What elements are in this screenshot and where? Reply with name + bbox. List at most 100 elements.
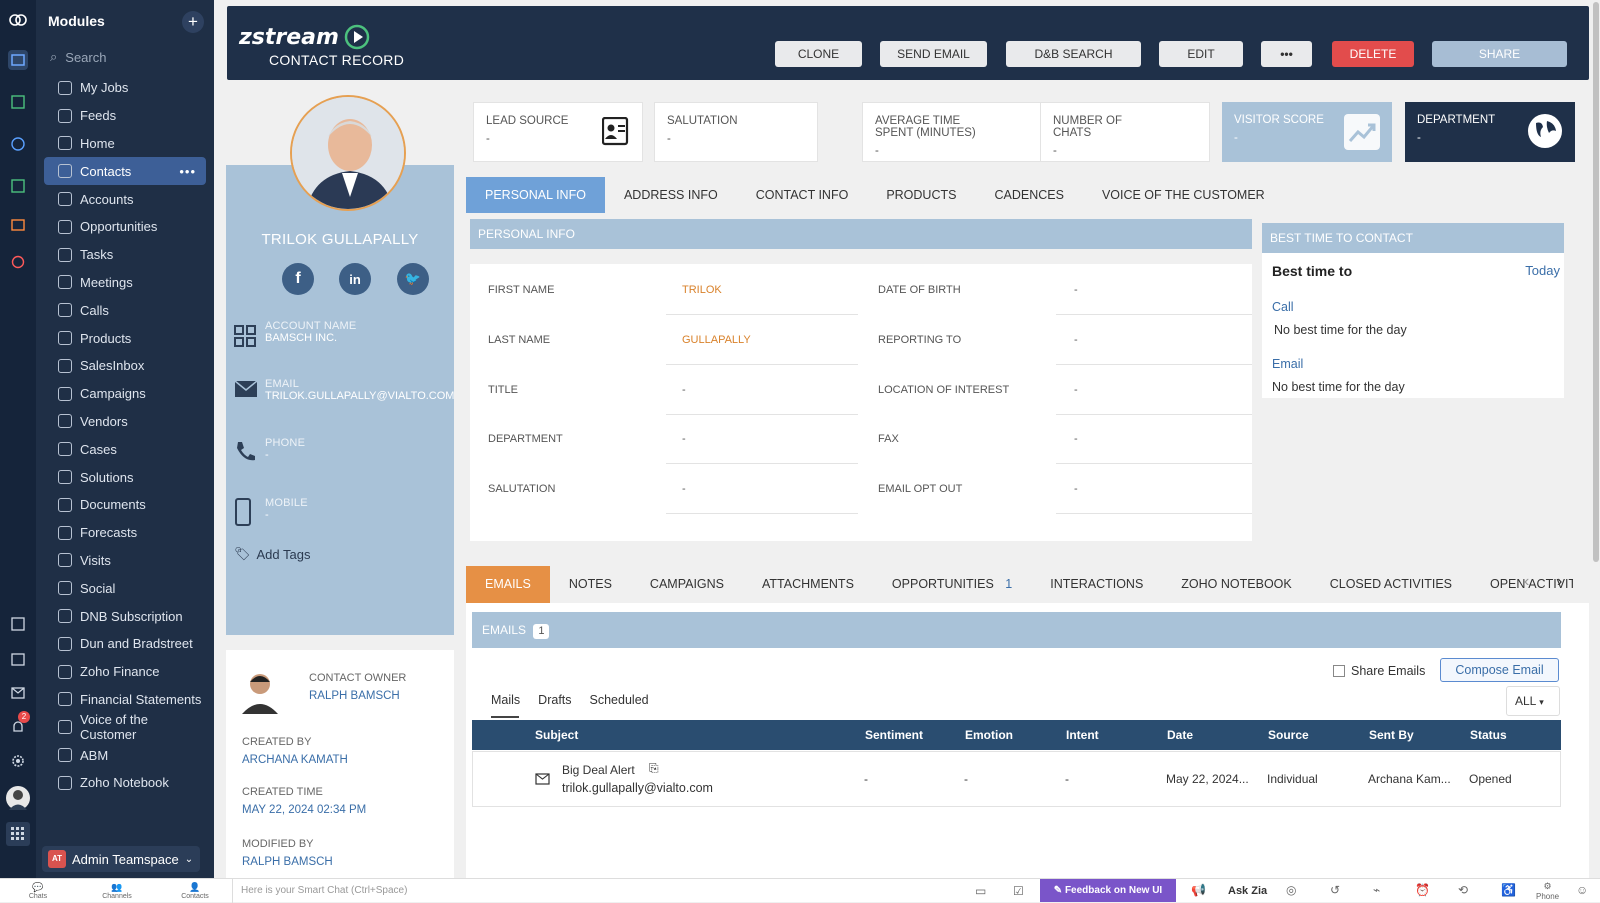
- signal-icon[interactable]: ⌁: [1373, 883, 1380, 897]
- feedback-button[interactable]: ✎ Feedback on New UI: [1040, 879, 1176, 902]
- tab-contact-info[interactable]: CONTACT INFO: [737, 177, 868, 213]
- email-filter-select[interactable]: ALL ▾: [1506, 686, 1560, 716]
- channels-button[interactable]: 👥 Channels: [100, 882, 134, 900]
- tab-interactions[interactable]: INTERACTIONS: [1031, 566, 1162, 603]
- sidebar-item-forecasts[interactable]: Forecasts: [44, 519, 206, 547]
- mail-rail-icon[interactable]: [8, 683, 28, 703]
- page-scrollbar[interactable]: [1592, 0, 1600, 878]
- phone-button[interactable]: ⚙ Phone: [1536, 881, 1559, 901]
- subtab-drafts[interactable]: Drafts: [538, 693, 571, 707]
- tab-opportunities[interactable]: OPPORTUNITIES 1: [873, 566, 1031, 603]
- sidebar-item-tasks[interactable]: Tasks: [44, 241, 206, 269]
- screen-share-icon[interactable]: ▭: [975, 884, 986, 898]
- sidebar-item-accounts[interactable]: Accounts: [44, 185, 206, 213]
- twitter-icon[interactable]: 🐦: [397, 263, 429, 295]
- contacts-button[interactable]: 👤 Contacts: [178, 882, 212, 900]
- tasks-rail-icon[interactable]: [8, 176, 28, 196]
- column-header-subject[interactable]: Subject: [535, 728, 578, 742]
- tabs-prev-icon[interactable]: ‹: [1524, 573, 1529, 591]
- history-icon[interactable]: ⟲: [1458, 883, 1468, 897]
- delete-button[interactable]: DELETE: [1332, 41, 1414, 67]
- field-value[interactable]: GULLAPALLY: [682, 334, 751, 346]
- field-value[interactable]: -: [1074, 483, 1078, 495]
- tab-closed-activities[interactable]: CLOSED ACTIVITIES: [1311, 566, 1471, 603]
- tab-voice-of-the-customer[interactable]: VOICE OF THE CUSTOMER: [1083, 177, 1284, 213]
- tabs-next-icon[interactable]: ›: [1557, 573, 1562, 591]
- sidebar-item-vendors[interactable]: Vendors: [44, 408, 206, 436]
- modified-by-name[interactable]: RALPH BAMSCH: [242, 856, 333, 868]
- accessibility-icon[interactable]: ♿: [1501, 883, 1516, 897]
- store-icon[interactable]: [8, 214, 28, 234]
- add-tags-link[interactable]: 🏷 Add Tags: [234, 546, 310, 562]
- tab-personal-info[interactable]: PERSONAL INFO: [466, 177, 605, 213]
- field-value[interactable]: -: [1074, 433, 1078, 445]
- notes-rail-icon[interactable]: [8, 614, 28, 634]
- tab-products[interactable]: PRODUCTS: [867, 177, 975, 213]
- sidebar-item-social[interactable]: Social: [44, 574, 206, 602]
- column-header-status[interactable]: Status: [1470, 728, 1507, 742]
- sidebar-item-campaigns[interactable]: Campaigns: [44, 380, 206, 408]
- owner-name[interactable]: RALPH BAMSCH: [309, 690, 400, 702]
- sidebar-item-home[interactable]: Home: [44, 130, 206, 158]
- alarm-icon[interactable]: ⏰: [1415, 883, 1430, 897]
- sidebar-item-cases[interactable]: Cases: [44, 435, 206, 463]
- sidebar-item-feeds[interactable]: Feeds: [44, 102, 206, 130]
- email-subject[interactable]: Big Deal Alert: [562, 763, 635, 777]
- sidebar-item-contacts[interactable]: Contacts •••: [44, 157, 206, 186]
- chats-button[interactable]: 💬 Chats: [26, 882, 50, 900]
- sidebar-item-zoho-notebook[interactable]: Zoho Notebook: [44, 769, 206, 797]
- modules-icon[interactable]: [8, 50, 28, 70]
- share-emails-toggle[interactable]: Share Emails: [1333, 664, 1425, 678]
- facebook-icon[interactable]: f: [282, 263, 314, 295]
- sidebar-item-zoho-finance[interactable]: Zoho Finance: [44, 658, 206, 686]
- settings-gear-icon[interactable]: [8, 751, 28, 771]
- calendar-rail-icon[interactable]: [8, 649, 28, 669]
- edit-button[interactable]: EDIT: [1159, 41, 1243, 67]
- sidebar-item-visits[interactable]: Visits: [44, 547, 206, 575]
- sidebar-item-voice-of-the-customer[interactable]: Voice of the Customer: [44, 712, 206, 742]
- sidebar-item-salesinbox[interactable]: SalesInbox: [44, 352, 206, 380]
- sidebar-item-abm[interactable]: ABM: [44, 741, 206, 769]
- column-header-sentiment[interactable]: Sentiment: [865, 728, 923, 742]
- subtab-mails[interactable]: Mails: [491, 693, 520, 707]
- field-value[interactable]: -: [1074, 284, 1078, 296]
- zia-icon[interactable]: ◎: [1286, 883, 1296, 897]
- tab-zoho-notebook[interactable]: ZOHO NOTEBOOK: [1162, 566, 1310, 603]
- tab-address-info[interactable]: ADDRESS INFO: [605, 177, 737, 213]
- teamspace-switcher[interactable]: AT Admin Teamspace ⌄: [42, 846, 200, 872]
- created-by-name[interactable]: ARCHANA KAMATH: [242, 754, 348, 766]
- sidebar-item-products[interactable]: Products: [44, 324, 206, 352]
- field-value[interactable]: -: [682, 433, 686, 445]
- checklist-icon[interactable]: ☑: [1013, 884, 1024, 898]
- column-header-source[interactable]: Source: [1268, 728, 1309, 742]
- sync-icon[interactable]: ↺: [1330, 883, 1340, 897]
- sidebar-item-opportunities[interactable]: Opportunities: [44, 213, 206, 241]
- send-email-button[interactable]: SEND EMAIL: [880, 41, 987, 67]
- sidebar-item-meetings[interactable]: Meetings: [44, 269, 206, 297]
- field-value[interactable]: -: [1074, 334, 1078, 346]
- apps-grid-icon[interactable]: [6, 822, 30, 846]
- column-header-emotion[interactable]: Emotion: [965, 728, 1013, 742]
- column-header-sent-by[interactable]: Sent By: [1369, 728, 1414, 742]
- field-value[interactable]: -: [682, 384, 686, 396]
- tab-emails[interactable]: EMAILS: [466, 566, 550, 603]
- activity-icon[interactable]: [8, 134, 28, 154]
- clone-button[interactable]: CLONE: [775, 41, 862, 67]
- sidebar-item-my-jobs[interactable]: My Jobs: [44, 74, 206, 102]
- smart-chat-input[interactable]: Here is your Smart Chat (Ctrl+Space): [232, 879, 952, 903]
- announcement-icon[interactable]: 📢: [1191, 883, 1206, 897]
- analytics-icon[interactable]: [8, 92, 28, 112]
- sidebar-item-solutions[interactable]: Solutions: [44, 463, 206, 491]
- db-search-button[interactable]: D&B SEARCH: [1006, 41, 1141, 67]
- column-header-intent[interactable]: Intent: [1066, 728, 1099, 742]
- tab-notes[interactable]: NOTES: [550, 566, 631, 603]
- zoho-logo-icon[interactable]: [8, 10, 28, 30]
- field-value[interactable]: -: [1074, 384, 1078, 396]
- linkedin-icon[interactable]: in: [339, 263, 371, 295]
- search-rail-icon[interactable]: [8, 252, 28, 272]
- sidebar-item-calls[interactable]: Calls: [44, 296, 206, 324]
- notifications-bell-icon[interactable]: 2: [8, 711, 30, 737]
- sidebar-item-documents[interactable]: Documents: [44, 491, 206, 519]
- user-avatar[interactable]: [6, 786, 30, 810]
- column-header-date[interactable]: Date: [1167, 728, 1193, 742]
